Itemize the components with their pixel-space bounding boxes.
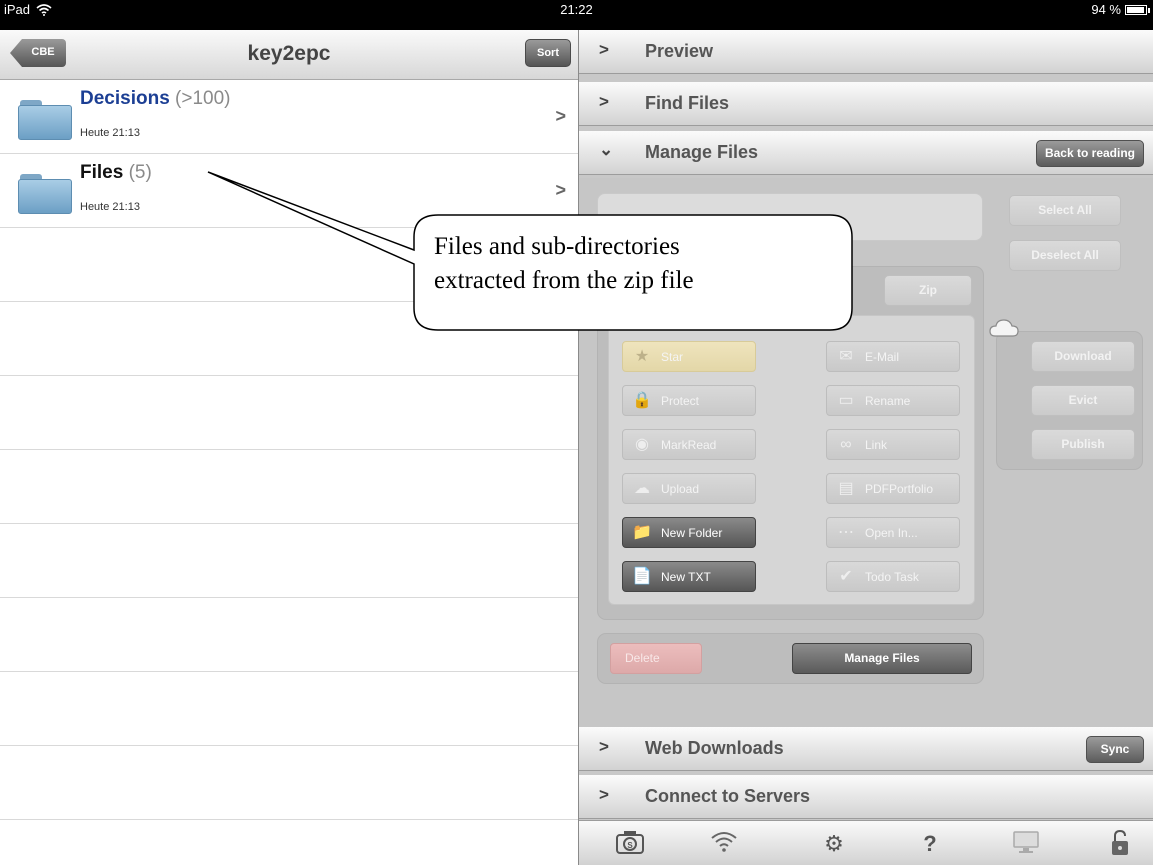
eye-icon: ◉: [635, 436, 649, 453]
chevron-right-icon: >: [599, 92, 609, 111]
battery-icon: [1125, 4, 1150, 15]
section-preview[interactable]: > Preview: [579, 30, 1153, 74]
rename-icon: ▭: [838, 392, 854, 409]
mark-read-button[interactable]: ◉ MarkRead: [622, 429, 756, 460]
help-icon[interactable]: ?: [915, 829, 945, 859]
list-divider: [0, 449, 578, 450]
list-divider: [0, 597, 578, 598]
folder-icon: [18, 174, 72, 214]
delete-group: Delete Manage Files: [597, 633, 984, 684]
section-web-downloads[interactable]: > Web Downloads Sync: [579, 727, 1153, 771]
chevron-down-icon: ⌄: [599, 140, 614, 159]
page-title: key2epc: [247, 42, 331, 65]
deselect-all-button[interactable]: Deselect All: [1009, 240, 1121, 271]
list-divider: [0, 301, 578, 302]
open-in-button[interactable]: ⋯ Open In...: [826, 517, 960, 548]
evict-button[interactable]: Evict: [1031, 385, 1135, 416]
section-connect-servers[interactable]: > Connect to Servers: [579, 775, 1153, 819]
chevron-right-icon: >: [555, 106, 566, 126]
side-panel: > Preview > Find Files ⌄ Manage Files Ba…: [578, 30, 1153, 865]
star-button[interactable]: ★ Star: [622, 341, 756, 372]
camera-icon[interactable]: S: [615, 829, 645, 859]
cloud-actions-group: Download Evict Publish: [989, 319, 1143, 470]
bottom-toolbar: S ⚙ ?: [579, 820, 1153, 865]
delete-button[interactable]: Delete: [610, 643, 702, 674]
list-item-decisions[interactable]: Decisions (>100) Heute 21:13 >: [0, 80, 578, 154]
folder-date: Heute 21:13: [80, 127, 140, 139]
select-all-button[interactable]: Select All: [1009, 195, 1121, 226]
manage-files-button[interactable]: Manage Files: [792, 643, 972, 674]
list-divider: [0, 671, 578, 672]
battery-percent: 94 %: [1091, 2, 1121, 17]
list-divider: [0, 375, 578, 376]
actions-grid: ★ Star 🔒 Protect ◉ MarkRead ☁ Upload 📁 New Fo…: [608, 315, 975, 605]
portfolio-icon: ▤: [838, 480, 854, 497]
chevron-right-icon: >: [599, 785, 609, 804]
wifi-icon[interactable]: [709, 829, 739, 859]
link-icon: ∞: [840, 436, 852, 453]
monitor-icon[interactable]: [1011, 829, 1041, 859]
chevron-right-icon: >: [599, 40, 609, 59]
publish-button[interactable]: Publish: [1031, 429, 1135, 460]
navigation-bar: CBE key2epc Sort: [0, 30, 578, 80]
new-document-icon: 📄: [632, 568, 652, 585]
ellipsis-icon: ⋯: [838, 524, 854, 541]
sort-button[interactable]: Sort: [525, 39, 571, 67]
list-divider: [0, 745, 578, 746]
list-item-files[interactable]: Files (5) Heute 21:13 >: [0, 154, 578, 228]
upload-button[interactable]: ☁ Upload: [622, 473, 756, 504]
folder-name: Files (5): [80, 162, 152, 183]
list-divider: [0, 819, 578, 820]
protect-button[interactable]: 🔒 Protect: [622, 385, 756, 416]
rename-button[interactable]: ▭ Rename: [826, 385, 960, 416]
section-find-files[interactable]: > Find Files: [579, 82, 1153, 126]
new-folder-button[interactable]: 📁 New Folder: [622, 517, 756, 548]
chevron-right-icon: >: [555, 180, 566, 200]
status-bar: iPad 21:22 94 %: [0, 0, 1153, 30]
gear-icon[interactable]: ⚙: [819, 829, 849, 859]
new-txt-button[interactable]: 📄 New TXT: [622, 561, 756, 592]
callout-text: Files and sub-directories extracted from…: [434, 233, 694, 294]
zip-button[interactable]: Zip: [884, 275, 972, 306]
envelope-icon: ✉: [839, 348, 853, 365]
list-divider: [0, 523, 578, 524]
folder-date: Heute 21:13: [80, 201, 140, 213]
back-to-reading-button[interactable]: Back to reading: [1035, 140, 1144, 167]
folder-icon: [18, 100, 72, 140]
cloud-upload-icon: ☁: [634, 480, 650, 497]
todo-task-button[interactable]: ✔ Todo Task: [826, 561, 960, 592]
file-actions-group: Zip ★ Star 🔒 Protect ◉ MarkRead ☁ Upload 📁 Ne…: [597, 266, 984, 620]
lock-icon: 🔒: [632, 392, 652, 409]
unlock-icon[interactable]: [1105, 829, 1135, 859]
star-icon: ★: [634, 348, 650, 365]
download-button[interactable]: Download: [1031, 341, 1135, 372]
svg-text:S: S: [627, 841, 633, 850]
section-manage-files[interactable]: ⌄ Manage Files Back to reading: [579, 131, 1153, 175]
chevron-right-icon: >: [599, 737, 609, 756]
file-browser: CBE key2epc Sort Decisions (>100) Heute …: [0, 30, 578, 865]
new-folder-icon: 📁: [632, 524, 652, 541]
pdf-portfolio-button[interactable]: ▤ PDFPortfolio: [826, 473, 960, 504]
email-button[interactable]: ✉ E-Mail: [826, 341, 960, 372]
cloud-icon: [989, 319, 1019, 337]
checkmark-icon: ✔: [839, 568, 853, 585]
link-button[interactable]: ∞ Link: [826, 429, 960, 460]
clock: 21:22: [560, 2, 593, 17]
folder-name: Decisions (>100): [80, 88, 231, 109]
sync-button[interactable]: Sync: [1086, 736, 1144, 763]
